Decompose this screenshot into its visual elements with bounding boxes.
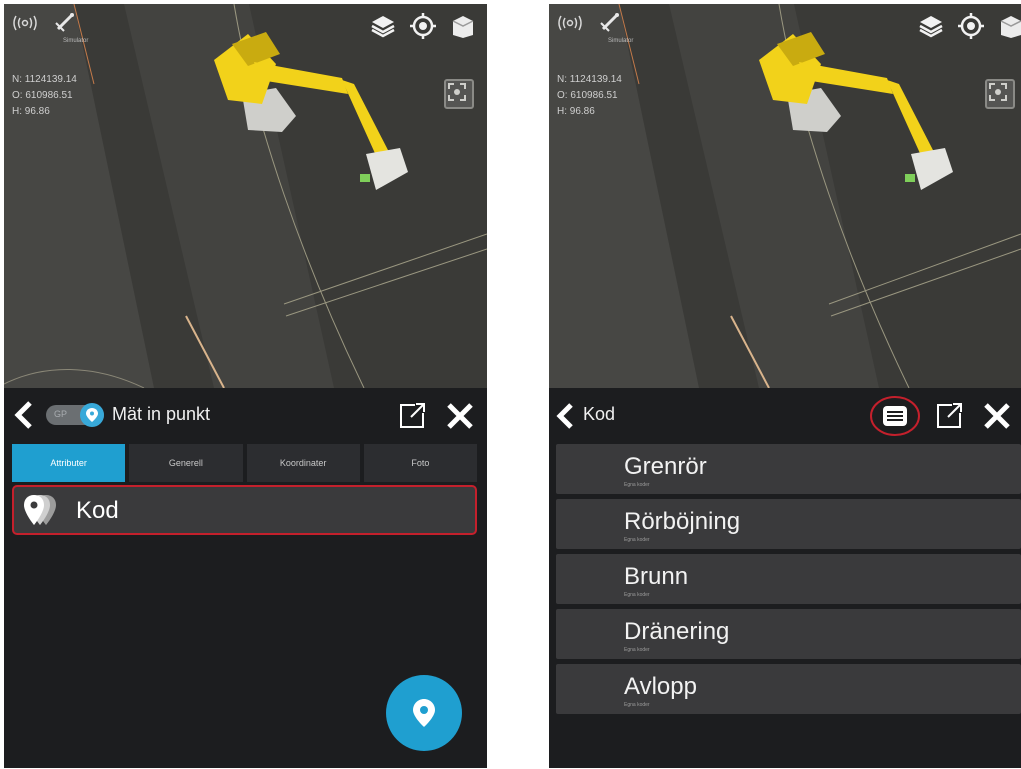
panel-title: Mät in punkt — [112, 404, 211, 424]
map-pin-icon — [413, 699, 435, 727]
left-screen: Simulator N: 1124139.14 O: 610986.51 H: … — [4, 4, 487, 768]
map-view[interactable]: Simulator N: 1124139.14 O: 610986.51 H: … — [549, 4, 1021, 388]
toggle-label: GP — [54, 409, 68, 419]
satellite-icon[interactable] — [52, 10, 78, 36]
chevron-left-icon[interactable] — [12, 400, 34, 430]
list-item-grenror[interactable]: Grenrör Egna koder — [556, 444, 1021, 494]
layers-icon[interactable] — [917, 12, 945, 40]
simulator-label: Simulator — [63, 38, 89, 44]
coord-north: N: 1124139.14 — [12, 74, 77, 85]
coordinate-readout: N: 1124139.14 O: 610986.51 H: 96.86 — [557, 72, 622, 120]
map-view[interactable]: Simulator N: 1124139.14 O: 610986.51 H: … — [4, 4, 487, 388]
panel-header: Kod — [549, 388, 1021, 442]
right-screen: Simulator N: 1124139.14 O: 610986.51 H: … — [549, 4, 1021, 768]
tab-attributer[interactable]: Attributer — [12, 444, 126, 482]
status-bar — [557, 10, 623, 36]
list-item-rorbojning[interactable]: Rörböjning Egna koder — [556, 499, 1021, 549]
code-list: Grenrör Egna koder Rörböjning Egna koder… — [556, 444, 1021, 719]
tab-koordinater[interactable]: Koordinater — [246, 444, 360, 482]
code-name: Grenrör — [624, 453, 707, 480]
coord-east: O: 610986.51 — [12, 90, 73, 101]
panel-header: GP Mät in punkt — [4, 388, 487, 442]
gps-toggle[interactable]: GP — [46, 403, 104, 427]
list-item-dranering[interactable]: Dränering Egna koder — [556, 609, 1021, 659]
code-source: Egna koder — [624, 592, 650, 598]
code-source: Egna koder — [624, 702, 650, 708]
code-name: Brunn — [624, 563, 689, 590]
code-name: Dränering — [624, 618, 730, 645]
code-source: Egna koder — [624, 647, 650, 653]
code-pins-icon — [20, 493, 60, 529]
satellite-icon[interactable] — [597, 10, 623, 36]
radio-signal-icon — [557, 10, 583, 36]
fit-view-icon[interactable] — [444, 79, 474, 109]
list-item-avlopp[interactable]: Avlopp Egna koder — [556, 664, 1021, 714]
external-window-icon[interactable] — [933, 400, 965, 432]
map-toolbar — [369, 12, 477, 40]
layers-icon[interactable] — [369, 12, 397, 40]
close-icon[interactable] — [981, 400, 1013, 432]
tab-generell[interactable]: Generell — [129, 444, 243, 482]
map-scene — [549, 4, 1021, 388]
map-toolbar — [917, 12, 1021, 40]
code-list-icon[interactable] — [869, 394, 921, 436]
tab-bar: Attributer Generell Koordinater Foto — [12, 444, 477, 482]
coordinate-readout: N: 1124139.14 O: 610986.51 H: 96.86 — [12, 72, 77, 120]
external-window-icon[interactable] — [396, 400, 428, 432]
locate-target-icon[interactable] — [409, 12, 437, 40]
kod-label: Kod — [76, 497, 119, 524]
coord-height: H: 96.86 — [12, 106, 50, 117]
locate-target-icon[interactable] — [957, 12, 985, 40]
close-icon[interactable] — [444, 400, 476, 432]
map-scene — [4, 4, 487, 388]
kod-attribute-row[interactable]: Kod — [12, 485, 477, 535]
panel-title: Kod — [583, 404, 616, 424]
status-bar — [12, 10, 78, 36]
fit-view-icon[interactable] — [985, 79, 1015, 109]
code-source: Egna koder — [624, 537, 650, 543]
code-name: Rörböjning — [624, 508, 741, 535]
code-name: Avlopp — [624, 673, 697, 700]
coord-north: N: 1124139.14 — [557, 74, 622, 85]
simulator-label: Simulator — [608, 38, 634, 44]
list-item-brunn[interactable]: Brunn Egna koder — [556, 554, 1021, 604]
cube-icon[interactable] — [449, 12, 477, 40]
tab-foto[interactable]: Foto — [363, 444, 477, 482]
cube-icon[interactable] — [997, 12, 1021, 40]
measure-point-button[interactable] — [386, 675, 462, 751]
map-pin-icon — [80, 403, 104, 427]
radio-signal-icon — [12, 10, 38, 36]
code-source: Egna koder — [624, 482, 650, 488]
coord-height: H: 96.86 — [557, 106, 595, 117]
chevron-left-icon[interactable] — [555, 402, 577, 432]
coord-east: O: 610986.51 — [557, 90, 618, 101]
